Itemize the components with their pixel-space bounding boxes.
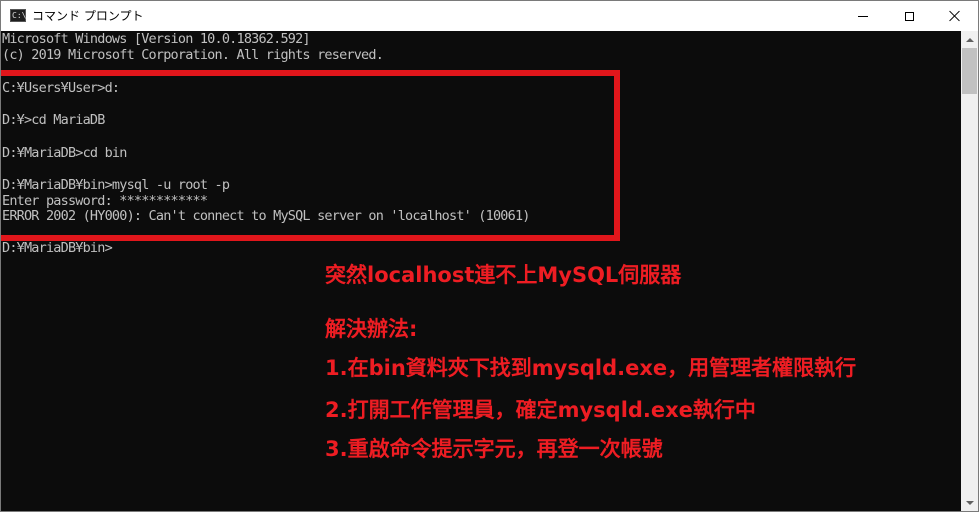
vertical-scrollbar[interactable] [961, 31, 978, 511]
maximize-icon [904, 11, 914, 21]
annotation-solution-title: 解決辦法: [325, 317, 418, 341]
annotation-step-1: 1.在bin資料夾下找到mysqld.exe，用管理者權限執行 [325, 356, 857, 380]
console-line-copyright: (c) 2019 Microsoft Corporation. All righ… [2, 47, 384, 63]
scroll-thumb[interactable] [962, 48, 977, 94]
annotation-heading: 突然localhost連不上MySQL伺服器 [325, 263, 682, 287]
close-icon [949, 10, 961, 22]
minimize-button[interactable] [840, 1, 886, 31]
cmd-icon[interactable]: C:\ [10, 9, 26, 22]
console-line-version: Microsoft Windows [Version 10.0.18362.59… [2, 31, 311, 47]
scroll-up-arrow-icon[interactable] [961, 31, 978, 48]
minimize-icon [858, 15, 868, 17]
maximize-button[interactable] [886, 1, 932, 31]
window-title: コマンド プロンプト [32, 9, 144, 23]
console-line-current-prompt: D:¥MariaDB¥bin> [2, 240, 113, 256]
close-button[interactable] [932, 1, 978, 31]
highlight-box [1, 70, 620, 241]
annotation-step-2: 2.打開工作管理員，確定mysqld.exe執行中 [325, 398, 756, 422]
command-prompt-window: C:\ コマンド プロンプト Microsoft Windows [Versio… [0, 0, 979, 512]
annotation-step-3: 3.重啟命令提示字元，再登一次帳號 [325, 437, 663, 461]
title-bar[interactable]: C:\ コマンド プロンプト [1, 1, 978, 31]
scroll-down-arrow-icon[interactable] [961, 494, 978, 511]
